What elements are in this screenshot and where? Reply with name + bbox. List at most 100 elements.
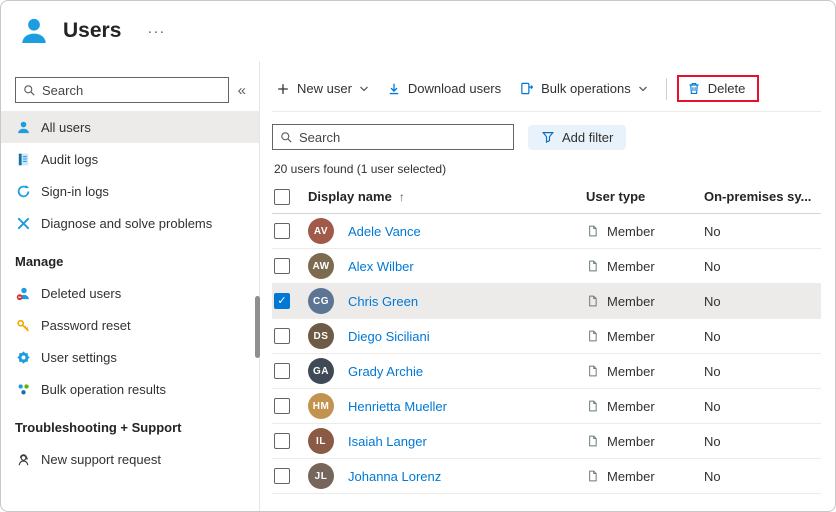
users-blade-icon — [17, 14, 51, 48]
bulk-operations-label: Bulk operations — [541, 81, 631, 96]
row-checkbox[interactable] — [274, 398, 290, 414]
user-name-link[interactable]: Alex Wilber — [348, 259, 586, 274]
on-premises-value: No — [704, 434, 821, 449]
avatar: DS — [308, 323, 334, 349]
sidebar-item-label: User settings — [41, 350, 117, 365]
trash-icon — [687, 81, 701, 96]
copy-icon[interactable] — [586, 364, 599, 378]
avatar: JL — [308, 463, 334, 489]
copy-icon[interactable] — [586, 259, 599, 273]
sidebar-item-deleted-users[interactable]: Deleted users — [1, 277, 259, 309]
user-type-cell: Member — [586, 399, 704, 414]
download-icon — [387, 82, 401, 96]
row-checkbox[interactable] — [274, 468, 290, 484]
column-user-type: User type — [586, 189, 704, 204]
page-title: Users — [63, 19, 121, 43]
sidebar-item-bulk-operation-results[interactable]: Bulk operation results — [1, 373, 259, 405]
user-name-link[interactable]: Chris Green — [348, 294, 586, 309]
copy-icon[interactable] — [586, 294, 599, 308]
sidebar-item-label: Deleted users — [41, 286, 121, 301]
plus-icon — [276, 82, 290, 96]
copy-icon[interactable] — [586, 434, 599, 448]
user-type-value: Member — [607, 259, 655, 274]
sidebar: « All users Audit logs — [1, 61, 259, 512]
download-users-button[interactable]: Download users — [387, 81, 501, 96]
user-settings-icon — [15, 349, 32, 366]
result-count: 20 users found (1 user selected) — [274, 162, 821, 176]
sidebar-search-row: « — [1, 77, 259, 103]
select-all-checkbox[interactable] — [274, 189, 290, 205]
user-name-link[interactable]: Johanna Lorenz — [348, 469, 586, 484]
table-row[interactable]: IL Isaiah Langer Member No — [272, 424, 821, 459]
user-name-link[interactable]: Diego Siciliani — [348, 329, 586, 344]
user-name-link[interactable]: Henrietta Mueller — [348, 399, 586, 414]
user-type-value: Member — [607, 224, 655, 239]
users-page: Users ··· « All users — [0, 0, 836, 512]
sidebar-item-audit-logs[interactable]: Audit logs — [1, 143, 259, 175]
table-row[interactable]: JL Johanna Lorenz Member No — [272, 459, 821, 494]
bulk-operations-button[interactable]: Bulk operations — [519, 81, 648, 96]
sidebar-section-troubleshooting: Troubleshooting + Support — [1, 411, 259, 443]
user-type-value: Member — [607, 329, 655, 344]
table-body: AV Adele Vance Member No AW Alex Wilber … — [272, 214, 821, 494]
copy-icon[interactable] — [586, 224, 599, 238]
audit-logs-icon — [15, 151, 32, 168]
more-menu-button[interactable]: ··· — [147, 23, 165, 40]
chevron-down-icon — [359, 84, 369, 94]
copy-icon[interactable] — [586, 399, 599, 413]
page-body: « All users Audit logs — [1, 61, 835, 512]
sidebar-item-sign-in-logs[interactable]: Sign-in logs — [1, 175, 259, 207]
filter-row: Add filter — [272, 124, 821, 150]
on-premises-value: No — [704, 399, 821, 414]
user-name-link[interactable]: Adele Vance — [348, 224, 586, 239]
row-checkbox[interactable] — [274, 433, 290, 449]
sidebar-search-input[interactable] — [42, 83, 221, 98]
sidebar-item-user-settings[interactable]: User settings — [1, 341, 259, 373]
sidebar-item-password-reset[interactable]: Password reset — [1, 309, 259, 341]
column-display-name[interactable]: Display name↑ — [308, 189, 586, 204]
user-search-input[interactable] — [299, 130, 506, 145]
sidebar-item-all-users[interactable]: All users — [1, 111, 259, 143]
table-row[interactable]: ✓ CG Chris Green Member No — [272, 284, 821, 319]
table-row[interactable]: GA Grady Archie Member No — [272, 354, 821, 389]
user-type-cell: Member — [586, 259, 704, 274]
user-type-cell: Member — [586, 294, 704, 309]
user-type-cell: Member — [586, 469, 704, 484]
sidebar-scrollbar-thumb[interactable] — [255, 296, 260, 358]
password-reset-icon — [15, 317, 32, 334]
user-type-value: Member — [607, 364, 655, 379]
add-filter-button[interactable]: Add filter — [528, 125, 626, 150]
sort-ascending-icon: ↑ — [399, 190, 405, 204]
collapse-sidebar-button[interactable]: « — [233, 80, 251, 101]
user-name-link[interactable]: Grady Archie — [348, 364, 586, 379]
sidebar-item-diagnose[interactable]: Diagnose and solve problems — [1, 207, 259, 239]
table-row[interactable]: DS Diego Siciliani Member No — [272, 319, 821, 354]
user-type-value: Member — [607, 399, 655, 414]
sidebar-item-label: All users — [41, 120, 91, 135]
table-row[interactable]: AW Alex Wilber Member No — [272, 249, 821, 284]
chevron-down-icon — [638, 84, 648, 94]
delete-button[interactable]: Delete — [687, 81, 746, 96]
copy-icon[interactable] — [586, 329, 599, 343]
table-row[interactable]: HM Henrietta Mueller Member No — [272, 389, 821, 424]
row-checkbox[interactable]: ✓ — [274, 293, 290, 309]
table-row[interactable]: AV Adele Vance Member No — [272, 214, 821, 249]
sign-in-logs-icon — [15, 183, 32, 200]
user-type-cell: Member — [586, 364, 704, 379]
copy-icon[interactable] — [586, 469, 599, 483]
sidebar-section-manage: Manage — [1, 245, 259, 277]
on-premises-value: No — [704, 259, 821, 274]
avatar: HM — [308, 393, 334, 419]
row-checkbox[interactable] — [274, 258, 290, 274]
download-users-label: Download users — [408, 81, 501, 96]
row-checkbox[interactable] — [274, 328, 290, 344]
on-premises-value: No — [704, 224, 821, 239]
row-checkbox[interactable] — [274, 223, 290, 239]
user-name-link[interactable]: Isaiah Langer — [348, 434, 586, 449]
page-header: Users ··· — [1, 1, 835, 61]
on-premises-value: No — [704, 329, 821, 344]
row-checkbox[interactable] — [274, 363, 290, 379]
user-type-cell: Member — [586, 329, 704, 344]
new-user-button[interactable]: New user — [276, 81, 369, 96]
sidebar-item-new-support-request[interactable]: New support request — [1, 443, 259, 475]
